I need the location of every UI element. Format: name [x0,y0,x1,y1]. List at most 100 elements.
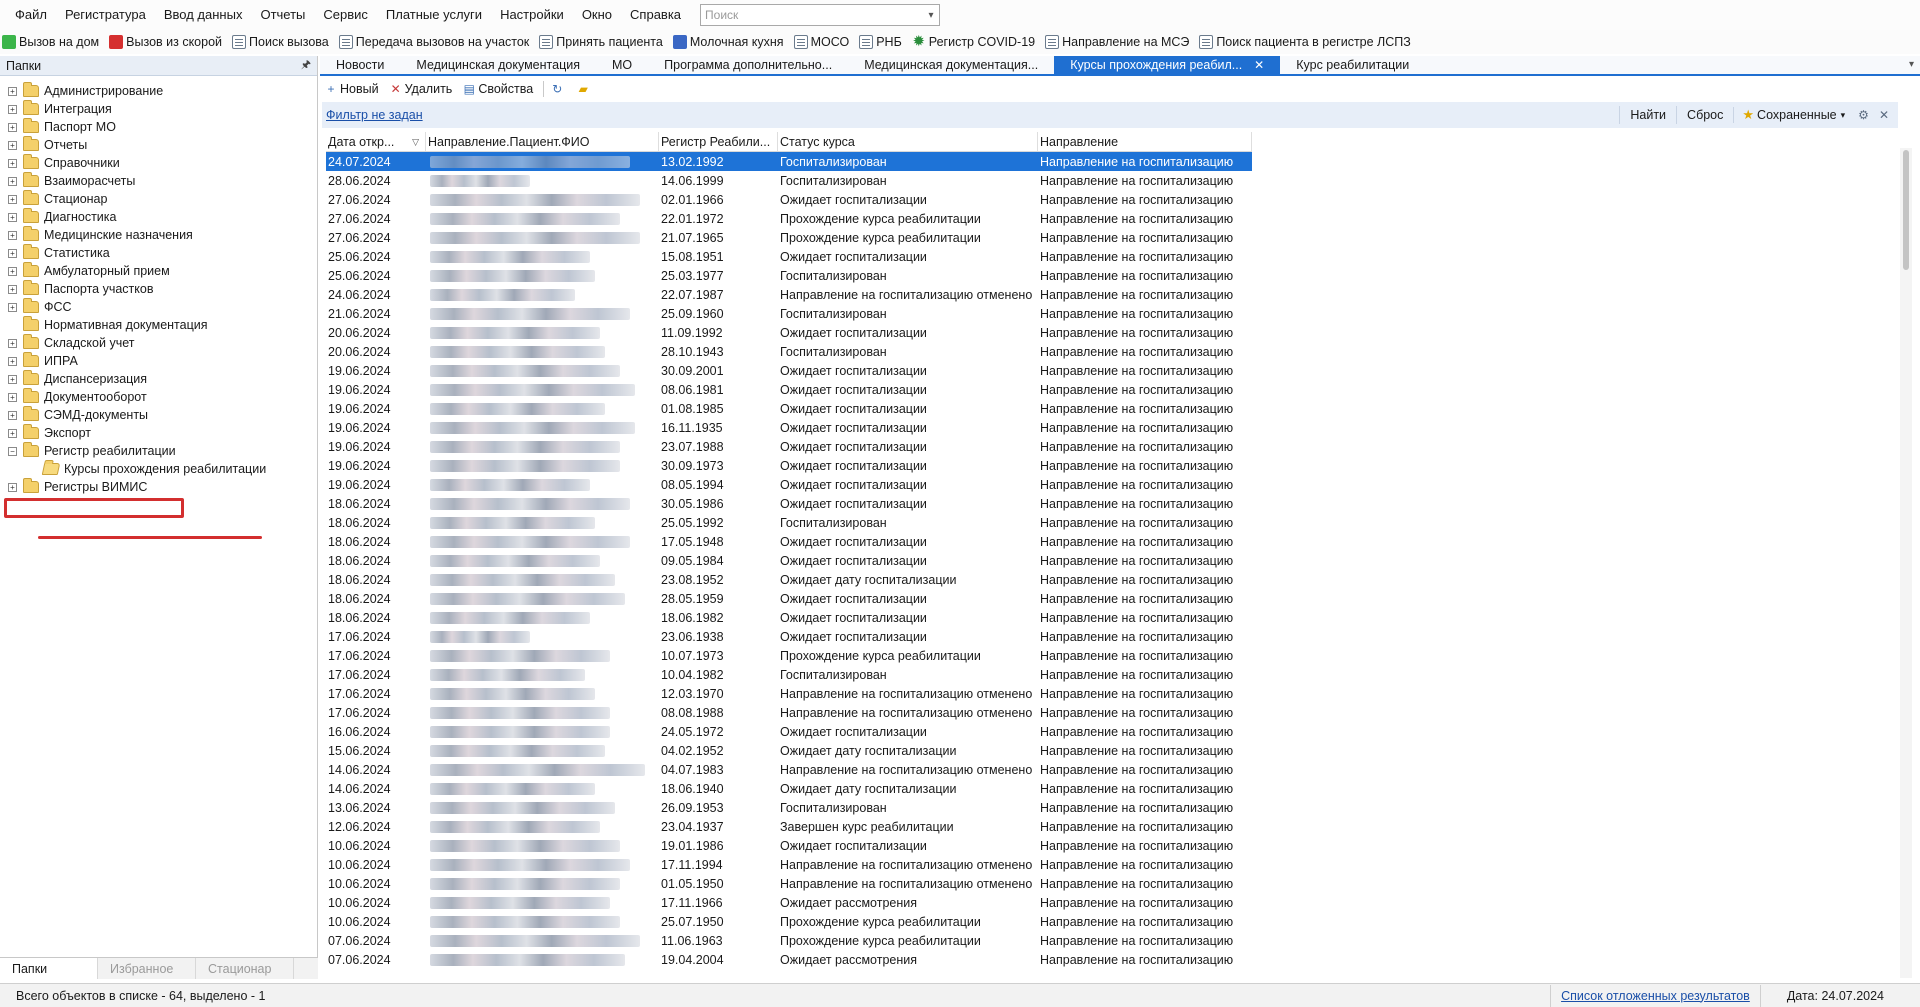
tab-list-icon[interactable]: ▾ [1909,56,1920,74]
table-row[interactable]: 14.06.2024 04.07.1983 Направление на госпи… [326,760,1252,779]
table-row[interactable]: 10.06.2024 25.07.1950 Прохождение курса ре… [326,912,1252,931]
column-header[interactable]: Направление [1038,132,1252,151]
tree-node[interactable]: + ИПРА [0,352,317,370]
table-row[interactable]: 14.06.2024 18.06.1940 Ожидает дату госпита… [326,779,1252,798]
quick-button[interactable]: МОСО [793,35,849,49]
expand-icon[interactable]: + [8,356,17,366]
tree-node[interactable]: + Документооборот [0,388,317,406]
expand-icon[interactable]: + [8,482,17,492]
menu-item[interactable]: Настройки [491,0,573,30]
tree-node[interactable]: + Администрирование [0,82,317,100]
menu-item[interactable]: Ввод данных [155,0,252,30]
table-row[interactable]: 24.06.2024 22.07.1987 Направление на госпи… [326,285,1252,304]
filter-settings-icon[interactable]: ⚙ [1853,108,1874,122]
table-row[interactable]: 07.06.2024 11.06.1963 Прохождение курса ре… [326,931,1252,950]
tree-node[interactable]: − Регистр реабилитации [0,442,317,460]
find-button[interactable]: Найти [1619,106,1676,124]
table-row[interactable]: 24.07.2024 13.02.1992 Госпитализирован Напр… [326,152,1252,171]
table-row[interactable]: 19.06.2024 08.05.1994 Ожидает госпитализац… [326,475,1252,494]
table-row[interactable]: 18.06.2024 30.05.1986 Ожидает госпитализац… [326,494,1252,513]
expand-icon[interactable]: + [8,86,17,96]
table-row[interactable]: 18.06.2024 09.05.1984 Ожидает госпитализац… [326,551,1252,570]
expand-icon[interactable]: + [8,140,17,150]
expand-icon[interactable]: + [8,212,17,222]
menu-item[interactable]: Отчеты [251,0,314,30]
pin-icon[interactable]: 🖈 [301,56,311,75]
table-row[interactable]: 13.06.2024 26.09.1953 Госпитализирован Напр… [326,798,1252,817]
table-row[interactable]: 07.06.2024 19.04.2004 Ожидает рассмотрения… [326,950,1252,969]
table-row[interactable]: 17.06.2024 23.06.1938 Ожидает госпитализац… [326,627,1252,646]
document-tab[interactable]: Медицинская документация [400,56,596,74]
table-row[interactable]: 27.06.2024 21.07.1965 Прохождение курса ре… [326,228,1252,247]
tree-node[interactable]: + Взаиморасчеты [0,172,317,190]
expand-icon[interactable]: + [8,176,17,186]
tree-node[interactable]: + Экспорт [0,424,317,442]
tree-node[interactable]: + Регистры ВИМИС [0,478,317,496]
quick-button[interactable]: Передача вызовов на участок [338,35,529,49]
table-row[interactable]: 19.06.2024 16.11.1935 Ожидает госпитализац… [326,418,1252,437]
tree-node[interactable]: + Интеграция [0,100,317,118]
quick-button[interactable]: Молочная кухня [672,35,784,49]
document-tab[interactable]: Новости [320,56,400,74]
tree-node[interactable]: + Диспансеризация [0,370,317,388]
table-row[interactable]: 17.06.2024 10.07.1973 Прохождение курса ре… [326,646,1252,665]
table-row[interactable]: 10.06.2024 17.11.1966 Ожидает рассмотрения… [326,893,1252,912]
expand-icon[interactable]: + [8,194,17,204]
deferred-results-link[interactable]: Список отложенных результатов [1550,984,1760,1007]
table-row[interactable]: 20.06.2024 28.10.1943 Госпитализирован Напр… [326,342,1252,361]
expand-icon[interactable]: + [8,248,17,258]
menu-item[interactable]: Платные услуги [377,0,491,30]
search-input[interactable] [705,8,924,22]
menu-item[interactable]: Регистратура [56,0,155,30]
expand-icon[interactable]: + [8,374,17,384]
table-row[interactable]: 12.06.2024 23.04.1937 Завершен курс реабил… [326,817,1252,836]
menu-item[interactable]: Окно [573,0,621,30]
tree-node[interactable]: + Медицинские назначения [0,226,317,244]
close-filter-icon[interactable]: ✕ [1874,108,1894,122]
tree-node[interactable]: Нормативная документация [0,316,317,334]
tree-node[interactable]: + Отчеты [0,136,317,154]
action-button[interactable]: ✕ Удалить [389,82,453,96]
expand-icon[interactable]: + [8,104,17,114]
expand-icon[interactable]: + [8,122,17,132]
document-tab[interactable]: Медицинская документация... [848,56,1054,74]
quick-button[interactable]: Поиск пациента в регистре ЛСПЗ [1199,35,1411,49]
tree-node[interactable]: + СЭМД-документы [0,406,317,424]
table-row[interactable]: 28.06.2024 14.06.1999 Госпитализирован Напр… [326,171,1252,190]
table-row[interactable]: 27.06.2024 02.01.1966 Ожидает госпитализац… [326,190,1252,209]
refresh-icon[interactable]: ↻ [550,82,566,96]
reset-button[interactable]: Сброс [1676,106,1733,124]
quick-button[interactable]: Поиск вызова [232,35,329,49]
saved-filters-button[interactable]: ★ Сохраненные ▾ [1733,107,1853,123]
tree-node[interactable]: + Справочники [0,154,317,172]
column-header[interactable]: Дата откр... ▽ [326,132,426,151]
table-row[interactable]: 18.06.2024 23.08.1952 Ожидает дату госпита… [326,570,1252,589]
document-tab[interactable]: Программа дополнительно... [648,56,848,74]
table-row[interactable]: 25.06.2024 15.08.1951 Ожидает госпитализац… [326,247,1252,266]
tree-node[interactable]: + Стационар [0,190,317,208]
table-row[interactable]: 10.06.2024 19.01.1986 Ожидает госпитализац… [326,836,1252,855]
expand-icon[interactable]: + [8,266,17,276]
document-tab[interactable]: Курс реабилитации [1280,56,1425,74]
quick-button[interactable]: Вызов из скорой [109,35,222,49]
menu-item[interactable]: Сервис [314,0,377,30]
expand-icon[interactable]: + [8,410,17,420]
quick-button[interactable]: Вызов на дом [2,35,99,49]
tree-node[interactable]: Курсы прохождения реабилитации [0,460,317,478]
chevron-down-icon[interactable]: ▾ [923,10,939,21]
table-row[interactable]: 19.06.2024 30.09.1973 Ожидает госпитализац… [326,456,1252,475]
table-row[interactable]: 17.06.2024 10.04.1982 Госпитализирован Напр… [326,665,1252,684]
quick-button[interactable]: ✹ Регистр COVID-19 [912,34,1035,49]
expand-icon[interactable]: + [8,392,17,402]
table-row[interactable]: 19.06.2024 30.09.2001 Ожидает госпитализац… [326,361,1252,380]
quick-button[interactable]: Принять пациента [539,35,663,49]
filter-link[interactable]: Фильтр не задан [326,108,423,122]
table-row[interactable]: 10.06.2024 01.05.1950 Направление на госпи… [326,874,1252,893]
panel-tab[interactable]: Папки [0,958,98,979]
table-row[interactable]: 27.06.2024 22.01.1972 Прохождение курса ре… [326,209,1252,228]
table-row[interactable]: 21.06.2024 25.09.1960 Госпитализирован Напр… [326,304,1252,323]
scroll-thumb[interactable] [1903,150,1909,270]
expand-icon[interactable]: + [8,230,17,240]
expand-icon[interactable]: − [8,446,17,456]
expand-icon[interactable]: + [8,284,17,294]
